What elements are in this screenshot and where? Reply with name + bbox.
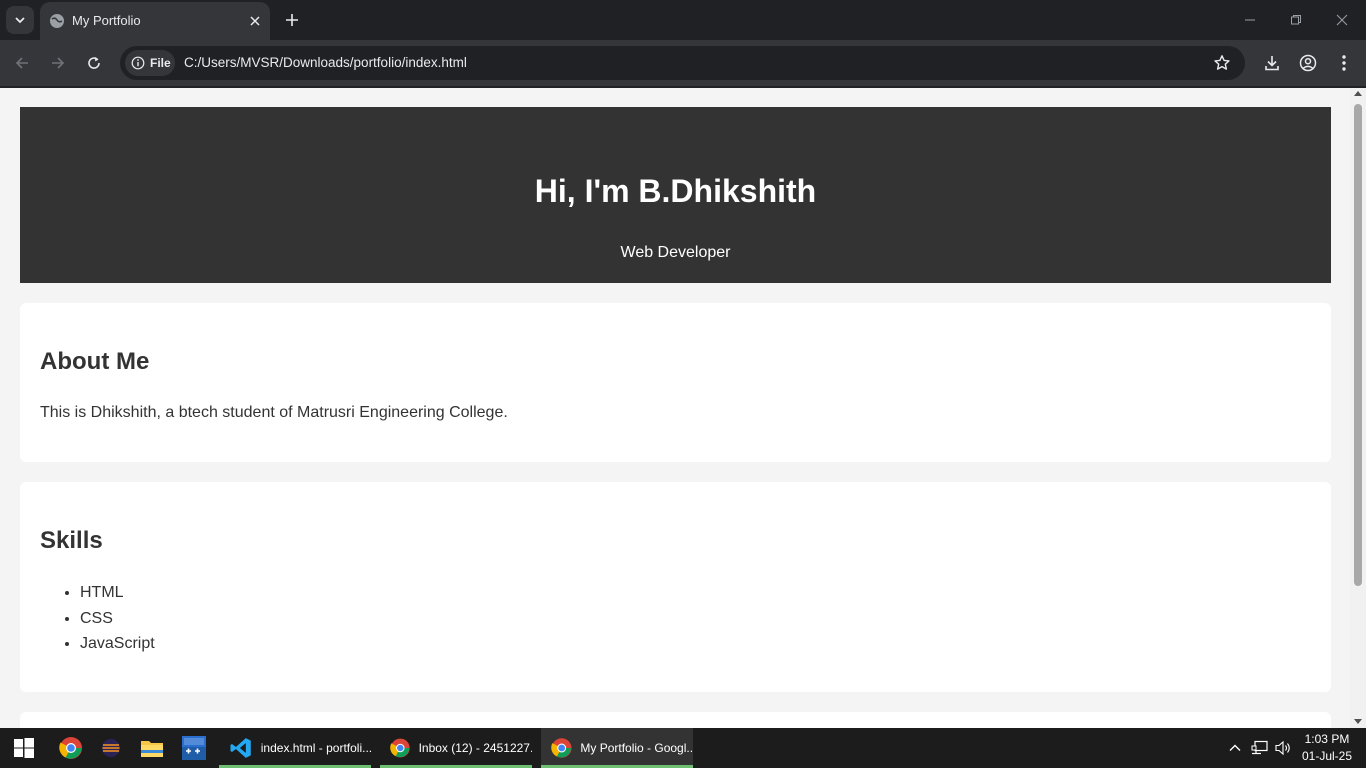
address-bar[interactable]: File C:/Users/MVSR/Downloads/portfolio/i…	[120, 46, 1245, 80]
profile-icon	[1299, 54, 1317, 72]
about-heading: About Me	[40, 348, 150, 375]
back-button[interactable]	[10, 51, 34, 75]
tray-network[interactable]	[1250, 738, 1270, 758]
skills-heading: Skills	[40, 527, 103, 554]
taskbar-chrome[interactable]	[57, 734, 85, 762]
downloads-button[interactable]	[1261, 52, 1283, 74]
taskbar-app-label: My Portfolio - Googl...	[580, 741, 693, 755]
taskbar-file-explorer[interactable]	[138, 734, 166, 762]
taskbar-app-chrome-portfolio[interactable]: My Portfolio - Googl...	[541, 728, 693, 768]
close-icon	[250, 16, 260, 26]
forward-icon	[52, 57, 65, 69]
taskbar-app-vscode[interactable]: index.html - portfoli...	[219, 728, 371, 768]
devcpp-icon	[182, 736, 206, 760]
skill-item: HTML	[80, 583, 155, 609]
chrome-icon	[390, 738, 410, 758]
folder-icon	[141, 741, 163, 757]
hero-subtitle: Web Developer	[620, 244, 731, 261]
scroll-up-arrow[interactable]	[1354, 91, 1362, 96]
reload-button[interactable]	[82, 51, 106, 75]
forward-button[interactable]	[46, 51, 70, 75]
about-section: About Me This is Dhikshith, a btech stud…	[20, 303, 1331, 462]
page-viewport: Hi, I'm B.Dhikshith Web Developer About …	[0, 88, 1350, 728]
taskbar-app-chrome-inbox[interactable]: Inbox (12) - 2451227...	[380, 728, 532, 768]
scheme-label: File	[150, 56, 171, 70]
tab-title: My Portfolio	[72, 13, 141, 28]
eclipse-icon	[102, 739, 120, 757]
browser-menu-button[interactable]	[1333, 52, 1355, 74]
chrome-icon	[59, 737, 82, 759]
chevron-up-icon	[1229, 744, 1241, 751]
speaker-icon	[1275, 740, 1290, 756]
site-info-chip[interactable]: File	[125, 50, 175, 76]
about-text: This is Dhikshith, a btech student of Ma…	[40, 404, 508, 421]
scroll-down-arrow[interactable]	[1354, 719, 1362, 724]
tray-volume[interactable]	[1273, 738, 1293, 758]
back-icon	[15, 57, 28, 69]
window-close-button[interactable]	[1330, 8, 1354, 32]
scroll-thumb[interactable]	[1354, 104, 1362, 586]
network-icon	[1251, 740, 1268, 755]
page-scrollbar[interactable]	[1350, 88, 1366, 728]
taskbar-app-label: index.html - portfoli...	[260, 741, 371, 755]
skills-section: Skills HTML CSS JavaScript	[20, 482, 1331, 692]
chrome-icon	[551, 738, 572, 758]
taskbar-eclipse[interactable]	[97, 734, 125, 762]
star-icon[interactable]	[1213, 54, 1231, 72]
chevron-down-icon	[15, 17, 25, 24]
taskbar-clock[interactable]: 1:03 PM 01-Jul-25	[1302, 731, 1352, 765]
plus-icon	[286, 14, 298, 26]
start-button[interactable]	[10, 734, 38, 762]
profile-button[interactable]	[1297, 52, 1319, 74]
tab-search-button[interactable]	[6, 6, 34, 34]
clock-date: 01-Jul-25	[1301, 749, 1352, 763]
skills-list: HTML CSS JavaScript	[80, 583, 155, 660]
hero-title: Hi, I'm B.Dhikshith	[534, 173, 817, 209]
close-icon	[1336, 14, 1348, 26]
skill-item: JavaScript	[80, 634, 155, 660]
info-icon	[131, 56, 145, 70]
download-icon	[1265, 56, 1279, 71]
windows-start-icon	[14, 738, 34, 758]
menu-icon	[1342, 55, 1346, 71]
tab-my-portfolio[interactable]: My Portfolio	[40, 2, 270, 40]
restore-icon	[1291, 15, 1301, 25]
skill-item: CSS	[80, 609, 155, 635]
minimize-button[interactable]	[1238, 8, 1262, 32]
tab-close-button[interactable]	[246, 12, 264, 30]
taskbar-app-label: Inbox (12) - 2451227...	[418, 741, 532, 755]
hero-header: Hi, I'm B.Dhikshith Web Developer	[20, 107, 1331, 283]
windows-taskbar: index.html - portfoli... Inbox (12) - 24…	[0, 728, 1366, 768]
taskbar-devcpp[interactable]	[180, 734, 208, 762]
minimize-icon	[1245, 19, 1255, 21]
restore-button[interactable]	[1284, 8, 1308, 32]
clock-time: 1:03 PM	[1304, 732, 1350, 746]
reload-icon	[88, 57, 100, 69]
globe-icon	[50, 14, 64, 28]
next-section	[20, 712, 1331, 728]
url-text[interactable]: C:/Users/MVSR/Downloads/portfolio/index.…	[184, 55, 467, 70]
tab-strip: My Portfolio	[0, 0, 1366, 40]
browser-toolbar: File C:/Users/MVSR/Downloads/portfolio/i…	[0, 40, 1366, 87]
vscode-icon	[230, 738, 251, 758]
new-tab-button[interactable]	[282, 10, 302, 30]
tray-overflow-button[interactable]	[1225, 738, 1245, 758]
